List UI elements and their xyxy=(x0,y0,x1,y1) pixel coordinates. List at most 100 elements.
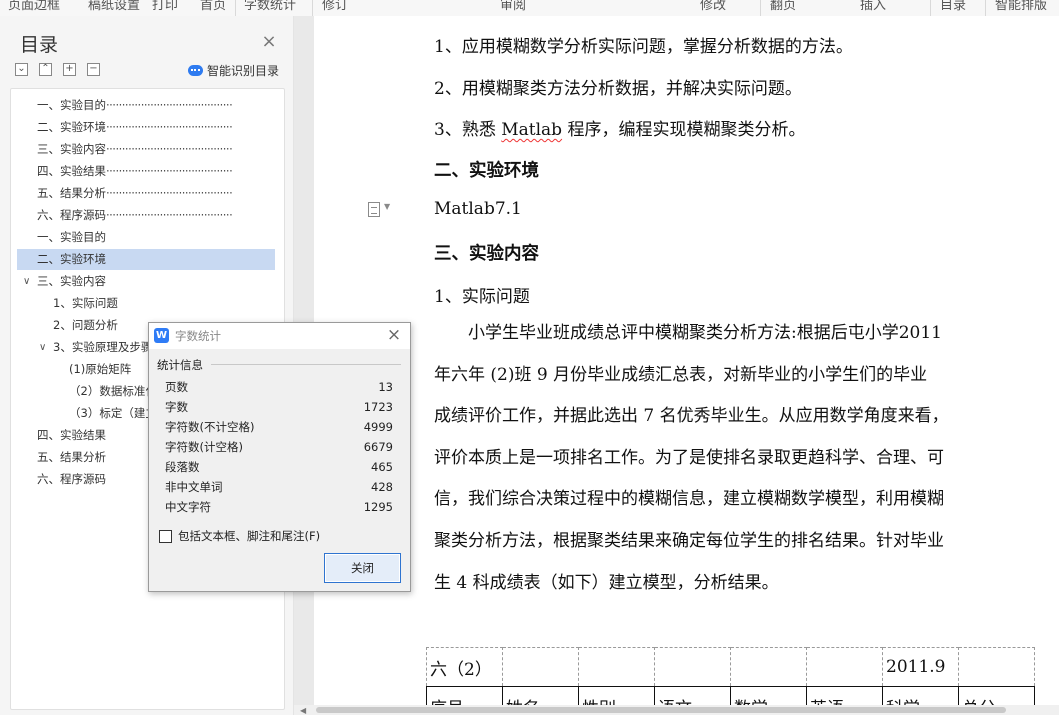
close-icon[interactable]: × xyxy=(261,33,277,51)
toc-item[interactable]: 四、实验结果··································… xyxy=(17,161,275,182)
table-cell[interactable]: 姓名 xyxy=(502,686,579,706)
toolbar-item[interactable]: 打印 xyxy=(152,0,178,13)
doc-list-item: 2、用模糊聚类方法分析数据，并解决实际问题。 xyxy=(434,79,802,99)
checkbox-box[interactable] xyxy=(159,529,172,543)
toc-item[interactable]: 一、实验目的 xyxy=(17,227,275,248)
stat-value: 1723 xyxy=(363,400,393,414)
toolbar-item[interactable]: 修订 xyxy=(322,0,348,13)
stat-row: 字数 1723 xyxy=(165,397,393,417)
dialog-title: 字数统计 xyxy=(175,329,221,343)
table-row: 序号 姓名 性别 语文 数学 英语 科学 总分 xyxy=(426,686,1035,706)
stat-row: 段落数 465 xyxy=(165,457,393,477)
divider xyxy=(211,364,401,365)
toc-item[interactable]: 三、实验内容··································… xyxy=(17,139,275,160)
toc-item[interactable]: 1、实际问题 xyxy=(17,293,275,314)
table-cell[interactable] xyxy=(806,647,883,687)
table-cell[interactable] xyxy=(654,647,731,687)
paragraph-line: 评价本质上是一项排名工作。为了是使排名录取更趋科学、合理、可 xyxy=(434,447,944,468)
toc-item-label: 六、程序源码 xyxy=(37,208,106,222)
paragraph-line: 年六年 (2)班 9 月份毕业成绩汇总表，对新毕业的小学生们的毕业 xyxy=(434,364,928,385)
toolbar-item[interactable]: 翻页 xyxy=(770,0,796,13)
toc-item[interactable]: 五、结果分析··································… xyxy=(17,183,275,204)
doc-text: 3、熟悉 xyxy=(434,120,502,140)
stat-row: 页数 13 xyxy=(165,377,393,397)
chevron-down-icon[interactable]: ∨ xyxy=(39,337,46,358)
toc-item[interactable]: ∨ 三、实验内容 xyxy=(17,271,275,292)
toc-item[interactable]: 二、实验环境··································… xyxy=(17,117,275,138)
chevron-down-icon[interactable]: ∨ xyxy=(23,271,30,292)
expand-all-icon[interactable]: ⌃ xyxy=(39,63,52,76)
caret-down-icon[interactable]: ▼ xyxy=(384,202,390,211)
table-cell[interactable]: 序号 xyxy=(426,686,503,706)
stat-row: 中文字符 1295 xyxy=(165,497,393,517)
sidebar-title: 目录 xyxy=(20,34,59,56)
table-cell[interactable] xyxy=(502,647,579,687)
toc-item-label: 二、实验环境 xyxy=(37,252,106,266)
doc-list-item: 1、应用模糊数学分析实际问题，掌握分析数据的方法。 xyxy=(434,37,853,57)
document-page[interactable]: 1、应用模糊数学分析实际问题，掌握分析数据的方法。 2、用模糊聚类方法分析数据，… xyxy=(314,16,1059,706)
scroll-left-icon[interactable]: ◀ xyxy=(300,706,306,715)
toolbar-item[interactable]: 页面边框 xyxy=(8,0,60,13)
doc-list-item: 3、熟悉 Matlab 程序，编程实现模糊聚类分析。 xyxy=(434,115,805,140)
doc-paragraph: 小学生毕业班成绩总评中模糊聚类分析方法:根据后屯小学2011 年六年 (2)班 … xyxy=(434,320,989,611)
stat-label: 字符数(不计空格) xyxy=(165,420,255,434)
close-icon[interactable]: × xyxy=(385,325,403,345)
toolbar-separator xyxy=(312,0,313,16)
table-cell[interactable] xyxy=(730,647,807,687)
stat-label: 段落数 xyxy=(165,460,200,474)
scrollbar-thumb[interactable] xyxy=(316,707,1006,713)
stat-value: 6679 xyxy=(363,440,393,454)
table-cell[interactable]: 性别 xyxy=(578,686,655,706)
toolbar-item[interactable]: 目录 xyxy=(940,0,966,13)
table-row: 六（2） 2011.9 xyxy=(426,647,1035,687)
spellcheck-word[interactable]: Matlab xyxy=(501,120,562,140)
close-button[interactable]: 关闭 xyxy=(324,553,401,583)
toolbar-item[interactable]: 字数统计 xyxy=(244,0,296,13)
stat-label: 页数 xyxy=(165,380,188,394)
paragraph-line: 生 4 科成绩表（如下）建立模型，分析结果。 xyxy=(434,572,779,593)
table-cell[interactable] xyxy=(958,647,1035,687)
table-cell[interactable]: 六（2） xyxy=(426,647,503,687)
toc-item-label: 一、实验目的 xyxy=(37,98,106,112)
toolbar-item[interactable]: 审阅 xyxy=(500,0,526,13)
add-heading-icon[interactable]: + xyxy=(63,63,76,76)
toolbar-item[interactable]: 稿纸设置 xyxy=(88,0,140,13)
paragraph-line: 小学生毕业班成绩总评中模糊聚类分析方法:根据后屯小学2011 xyxy=(434,323,942,343)
toolbar-item[interactable]: 插入 xyxy=(860,0,886,13)
toc-item[interactable]: 一、实验目的··································… xyxy=(17,95,275,116)
paragraph-line: 信，我们综合决策过程中的模糊信息，建立模糊数学模型，利用模糊 xyxy=(434,489,944,510)
stat-value: 465 xyxy=(371,460,393,474)
toolbar-separator xyxy=(760,0,761,16)
include-textbox-checkbox[interactable]: 包括文本框、脚注和尾注(F) xyxy=(159,528,320,544)
toc-leader-dots: ········································ xyxy=(106,120,233,134)
dialog-titlebar[interactable]: W 字数统计 × xyxy=(149,323,410,349)
table-cell[interactable]: 英语 xyxy=(806,686,883,706)
stat-label: 中文字符 xyxy=(165,500,211,514)
table-cell[interactable] xyxy=(578,647,655,687)
toc-item[interactable]: 六、程序源码··································… xyxy=(17,205,275,226)
score-table[interactable]: 六（2） 2011.9 序号 姓名 性别 语文 数学 英语 科学 总分 xyxy=(426,647,1035,706)
table-cell[interactable]: 总分 xyxy=(958,686,1035,706)
smart-toc-button[interactable]: 智能识别目录 xyxy=(188,62,279,79)
table-cell[interactable]: 2011.9 xyxy=(882,647,959,687)
table-cell[interactable]: 科学 xyxy=(882,686,959,706)
stat-value: 4999 xyxy=(363,420,393,434)
toolbar-item[interactable]: 修改 xyxy=(700,0,726,13)
toolbar-item[interactable]: 智能排版 xyxy=(995,0,1047,13)
doc-text: Matlab7.1 xyxy=(434,199,522,219)
collapse-all-icon[interactable]: ⌄ xyxy=(15,63,28,76)
table-cell[interactable]: 语文 xyxy=(654,686,731,706)
doc-text: 程序，编程实现模糊聚类分析。 xyxy=(562,120,806,140)
toc-item-label: 五、结果分析 xyxy=(37,186,106,200)
doc-subheading: 1、实际问题 xyxy=(434,287,530,307)
toolbar-item[interactable]: 首页 xyxy=(200,0,226,13)
horizontal-scrollbar[interactable]: ◀ xyxy=(294,705,1059,715)
wps-logo-icon: W xyxy=(154,328,169,343)
paragraph-options-icon[interactable] xyxy=(368,202,380,217)
toc-item-selected[interactable]: 二、实验环境 xyxy=(17,249,275,270)
table-cell[interactable]: 数学 xyxy=(730,686,807,706)
remove-heading-icon[interactable]: − xyxy=(87,63,100,76)
toc-leader-dots: ········································ xyxy=(106,164,233,178)
word-count-dialog: W 字数统计 × 统计信息 页数 13 字数 1723 字符数(不计空格) 4999 … xyxy=(148,322,411,592)
stat-label: 非中文单词 xyxy=(165,480,223,494)
